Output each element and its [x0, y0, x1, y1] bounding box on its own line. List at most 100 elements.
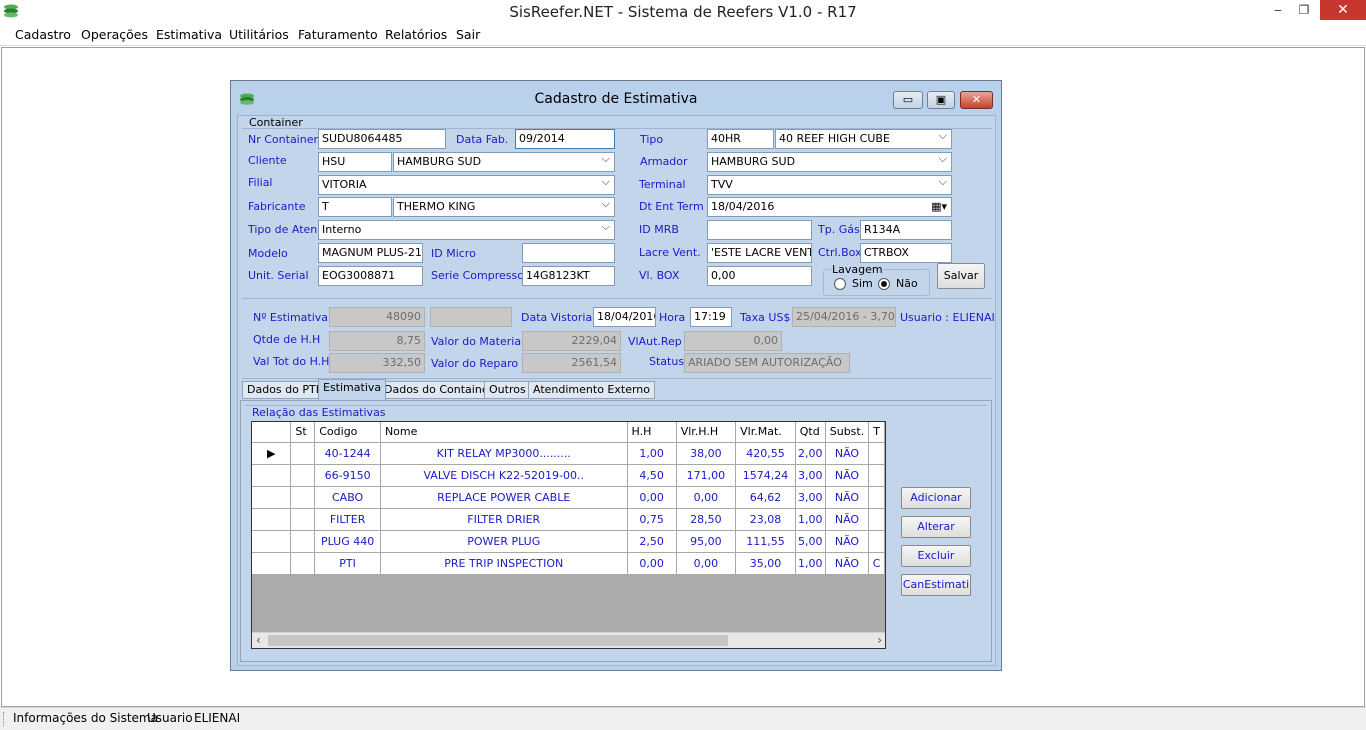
cell-t: [868, 464, 885, 487]
cell-t: C: [868, 552, 885, 575]
hora-label: Hora: [659, 311, 686, 324]
fabricante-select[interactable]: THERMO KING: [393, 197, 615, 217]
grid-header-hh[interactable]: H.H: [627, 422, 677, 443]
cell-codigo: 66-9150: [314, 464, 381, 487]
grid-header-nome[interactable]: Nome: [380, 422, 628, 443]
tipo-select[interactable]: 40 REEF HIGH CUBE: [775, 129, 952, 149]
tab-outros[interactable]: Outros: [484, 381, 531, 399]
dialog-app-icon: [240, 93, 254, 105]
lavagem-sim-radio[interactable]: [834, 278, 846, 290]
scroll-right-icon[interactable]: ›: [877, 633, 882, 647]
alterar-button[interactable]: Alterar: [901, 516, 971, 538]
unit-serial-input[interactable]: EOG3008871: [318, 266, 423, 286]
tipo-code-input[interactable]: 40HR: [707, 129, 774, 149]
grid-header-qtd[interactable]: Qtd: [795, 422, 826, 443]
lavagem-label: Lavagem: [831, 263, 884, 276]
tp-gas-label: Tp. Gás: [818, 223, 860, 236]
cell-vlrmat: 23,08: [735, 508, 796, 531]
ctrl-box-input[interactable]: CTRBOX: [860, 243, 952, 263]
menu-relatorios[interactable]: Relatórios: [385, 27, 447, 42]
dialog-minimize-button[interactable]: ▭: [893, 91, 923, 109]
armador-select[interactable]: HAMBURG SUD: [707, 152, 952, 172]
canestimati-button[interactable]: CanEstimati: [901, 574, 971, 596]
tab-atendimento-externo[interactable]: Atendimento Externo: [528, 381, 655, 399]
cell-vlrmat: 35,00: [735, 552, 796, 575]
cell-nome: VALVE DISCH K22-52019-00..: [380, 464, 628, 487]
cell-nome: KIT RELAY MP3000.........: [380, 442, 628, 465]
menu-sair[interactable]: Sair: [456, 27, 480, 42]
id-micro-input[interactable]: [522, 243, 615, 263]
menu-faturamento[interactable]: Faturamento: [298, 27, 378, 42]
lavagem-nao-radio[interactable]: [878, 278, 890, 290]
nr-container-label: Nr Container: [248, 133, 319, 146]
grid-header-vlrhh[interactable]: Vlr.H.H: [676, 422, 737, 443]
menu-cadastro[interactable]: Cadastro: [15, 27, 71, 42]
dialog-restore-button[interactable]: ▣: [927, 91, 955, 109]
estimates-group-label: Relação das Estimativas: [252, 406, 386, 419]
salvar-button[interactable]: Salvar: [937, 263, 985, 289]
adicionar-button[interactable]: Adicionar: [901, 487, 971, 509]
modelo-input[interactable]: MAGNUM PLUS-219: [318, 243, 423, 263]
table-row[interactable]: PLUG 440 POWER PLUG 2,50 95,00 111,55 5,…: [252, 530, 885, 553]
cell-hh: 2,50: [627, 530, 677, 553]
menu-estimativa[interactable]: Estimativa: [156, 27, 222, 42]
filial-label: Filial: [248, 176, 273, 189]
cell-st: [290, 552, 316, 575]
scroll-left-icon[interactable]: ‹: [256, 633, 261, 647]
menu-utilitarios[interactable]: Utilitários: [229, 27, 289, 42]
grid-header-st[interactable]: St: [290, 422, 316, 443]
vl-box-input[interactable]: 0,00: [707, 266, 812, 286]
id-mrb-input[interactable]: [707, 220, 812, 240]
cell-t: [868, 486, 885, 509]
nr-container-input[interactable]: SUDU8064485: [318, 129, 446, 149]
serie-compressor-input[interactable]: 14G8123KT: [522, 266, 615, 286]
cell-vlrhh: 95,00: [676, 530, 737, 553]
dialog-title: Cadastro de Estimativa: [231, 81, 1001, 115]
menu-operacoes[interactable]: Operações: [81, 27, 148, 42]
tab-dados-container[interactable]: Dados do Container: [379, 381, 499, 399]
row-marker: [252, 530, 292, 553]
cell-vlrmat: 64,62: [735, 486, 796, 509]
cell-st: [290, 442, 316, 465]
cliente-code-input[interactable]: HSU: [318, 152, 392, 172]
cell-qtd: 5,00: [795, 530, 826, 553]
grid-header-codigo[interactable]: Codigo: [314, 422, 381, 443]
dt-ent-term-picker[interactable]: 18/04/2016 ▦▾: [707, 197, 952, 217]
table-row[interactable]: 66-9150 VALVE DISCH K22-52019-00.. 4,50 …: [252, 464, 885, 487]
excluir-button[interactable]: Excluir: [901, 545, 971, 567]
table-row[interactable]: PTI PRE TRIP INSPECTION 0,00 0,00 35,00 …: [252, 552, 885, 575]
lacre-vent-label: Lacre Vent.: [639, 246, 701, 259]
qtde-hh-input: 8,75: [329, 331, 425, 351]
hora-input[interactable]: 17:19: [690, 307, 732, 327]
table-row[interactable]: CABO REPLACE POWER CABLE 0,00 0,00 64,62…: [252, 486, 885, 509]
fabricante-code-input[interactable]: T: [318, 197, 392, 217]
cell-qtd: 2,00: [795, 442, 826, 465]
cell-t: [868, 508, 885, 531]
lacre-vent-input[interactable]: 'ESTE LACRE VENT: [707, 243, 812, 263]
grid-header-vlrmat[interactable]: Vlr.Mat.: [735, 422, 796, 443]
filial-select[interactable]: VITORIA: [318, 175, 615, 195]
restore-button[interactable]: ❐: [1288, 0, 1320, 20]
data-vistoria-input[interactable]: 18/04/2016: [593, 307, 656, 327]
cell-subst: NÃO: [825, 464, 870, 487]
estimates-grid[interactable]: St Codigo Nome H.H Vlr.H.H Vlr.Mat. Qtd …: [251, 421, 886, 649]
estimativa-tab-page: Relação das Estimativas St Codigo Nome H…: [240, 400, 992, 662]
calendar-icon[interactable]: ▦▾: [931, 198, 947, 216]
tipo-atend-select[interactable]: Interno: [318, 220, 615, 240]
tab-estimativa[interactable]: Estimativa: [318, 379, 387, 400]
table-row[interactable]: ▶ 40-1244 KIT RELAY MP3000......... 1,00…: [252, 442, 885, 465]
cliente-select[interactable]: HAMBURG SUD: [393, 152, 615, 172]
tp-gas-input[interactable]: R134A: [860, 220, 952, 240]
scrollbar-thumb[interactable]: [268, 635, 728, 646]
terminal-select[interactable]: TVV: [707, 175, 952, 195]
cell-codigo: PLUG 440: [314, 530, 381, 553]
grid-header-t[interactable]: T: [868, 422, 885, 443]
data-fab-input[interactable]: 09/2014: [515, 129, 615, 149]
dialog-close-button[interactable]: ✕: [960, 91, 993, 109]
cell-qtd: 3,00: [795, 486, 826, 509]
close-button[interactable]: ✕: [1320, 0, 1366, 20]
tab-dados-pti[interactable]: Dados do PTI: [242, 381, 324, 399]
table-row[interactable]: FILTER FILTER DRIER 0,75 28,50 23,08 1,0…: [252, 508, 885, 531]
grid-horizontal-scrollbar[interactable]: ‹ ›: [252, 632, 885, 648]
grid-header-subst[interactable]: Subst.: [825, 422, 870, 443]
